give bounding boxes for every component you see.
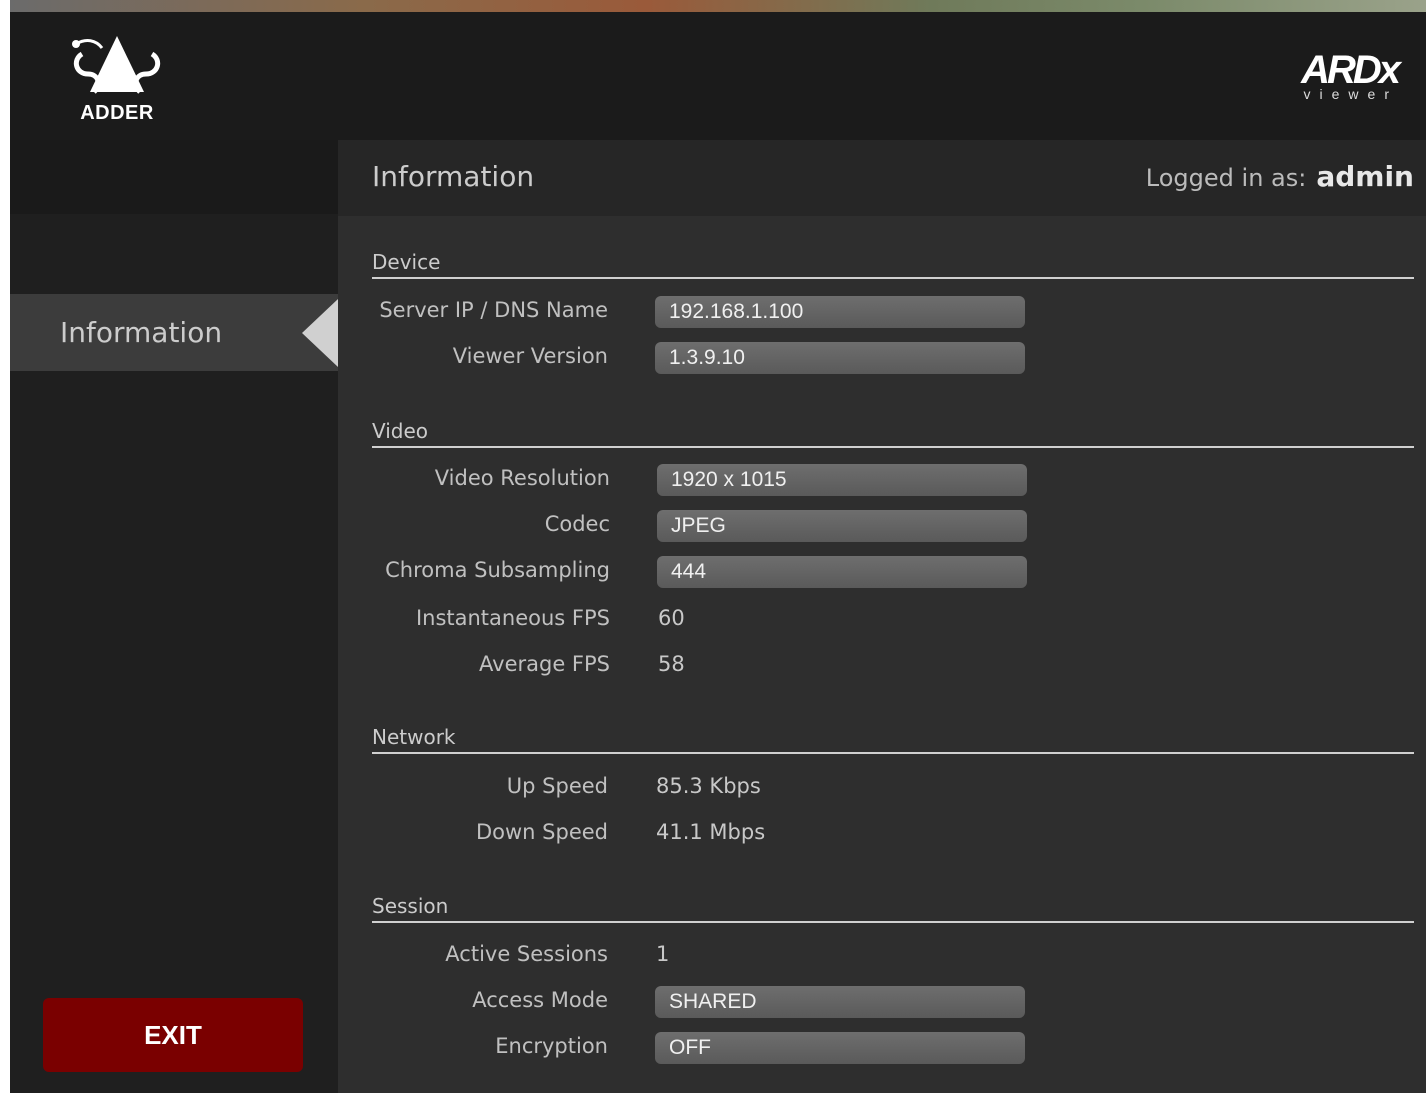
adder-logo: ADDER: [62, 30, 172, 126]
username: admin: [1316, 160, 1414, 193]
section-title-video: Video: [372, 419, 429, 443]
viewer-wordmark: viewer: [1303, 86, 1398, 102]
video-resolution-field: 1920 x 1015: [657, 464, 1027, 496]
up-speed-value: 85.3 Kbps: [656, 774, 761, 798]
ardx-viewer-logo: ARDx viewer: [1268, 48, 1401, 108]
active-indicator-arrow-icon: [302, 299, 338, 367]
logged-in-indicator: Logged in as: admin: [1146, 160, 1414, 193]
encryption-label: Encryption: [495, 1034, 608, 1058]
main-panel: Information Logged in as: admin Device Se…: [338, 140, 1426, 1093]
video-resolution-label: Video Resolution: [434, 466, 610, 490]
section-title-session: Session: [372, 894, 449, 918]
adder-wordmark: ADDER: [80, 102, 154, 124]
top-header: ADDER ARDx viewer: [10, 12, 1426, 140]
sidebar: Information EXIT: [10, 140, 338, 1093]
main-header: Information Logged in as: admin: [338, 140, 1426, 216]
app-window: ADDER ARDx viewer Information EXIT Infor…: [10, 12, 1426, 1093]
average-fps-value: 58: [658, 652, 685, 676]
section-title-device: Device: [372, 250, 441, 274]
codec-field: JPEG: [657, 510, 1027, 542]
up-speed-label: Up Speed: [506, 774, 608, 798]
chroma-subsampling-field: 444: [657, 556, 1027, 588]
down-speed-label: Down Speed: [475, 820, 608, 844]
down-speed-value: 41.1 Mbps: [656, 820, 766, 844]
average-fps-label: Average FPS: [479, 652, 610, 676]
encryption-field: OFF: [655, 1032, 1025, 1064]
codec-label: Codec: [544, 512, 610, 536]
logged-in-label: Logged in as:: [1145, 164, 1307, 192]
background-strip: [10, 0, 1426, 12]
instantaneous-fps-value: 60: [658, 606, 685, 630]
adder-snake-icon: [72, 36, 161, 94]
active-sessions-label: Active Sessions: [445, 942, 608, 966]
exit-button[interactable]: EXIT: [43, 998, 303, 1072]
active-sessions-value: 1: [656, 942, 670, 966]
access-mode-label: Access Mode: [472, 988, 608, 1012]
section-divider: [372, 277, 1414, 279]
chroma-subsampling-label: Chroma Subsampling: [385, 558, 610, 582]
sidebar-top: [10, 140, 338, 214]
section-divider: [372, 446, 1414, 448]
section-divider: [372, 921, 1414, 923]
instantaneous-fps-label: Instantaneous FPS: [415, 606, 610, 630]
viewer-version-field: 1.3.9.10: [655, 342, 1025, 374]
section-title-network: Network: [372, 725, 456, 749]
server-ip-label: Server IP / DNS Name: [379, 298, 608, 322]
sidebar-item-information[interactable]: Information: [10, 294, 338, 371]
section-divider: [372, 752, 1414, 754]
page-title: Information: [372, 160, 535, 193]
sidebar-item-label: Information: [60, 316, 223, 349]
server-ip-field: 192.168.1.100: [655, 296, 1025, 328]
access-mode-field: SHARED: [655, 986, 1025, 1018]
viewer-version-label: Viewer Version: [452, 344, 608, 368]
